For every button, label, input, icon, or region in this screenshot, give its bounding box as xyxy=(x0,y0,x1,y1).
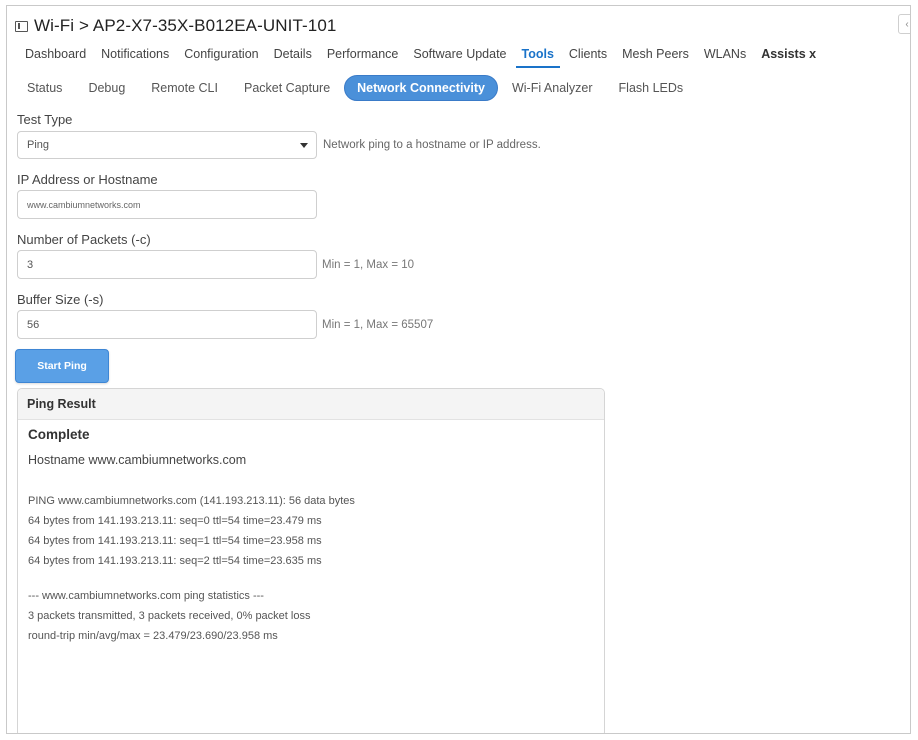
tab-performance[interactable]: Performance xyxy=(321,44,405,68)
tab-dashboard[interactable]: Dashboard xyxy=(19,44,92,68)
subtab-flash-leds[interactable]: Flash LEDs xyxy=(607,76,696,100)
tab-details[interactable]: Details xyxy=(268,44,318,68)
ping-result-panel: Ping Result Complete Hostname www.cambiu… xyxy=(17,388,605,733)
tab-tools[interactable]: Tools xyxy=(515,44,560,68)
result-line-blank xyxy=(28,571,594,586)
subtab-status[interactable]: Status xyxy=(15,76,74,100)
ip-address-input[interactable] xyxy=(17,190,317,219)
buffer-label: Buffer Size (-s) xyxy=(17,292,104,307)
result-hostname: Hostname www.cambiumnetworks.com xyxy=(28,453,247,467)
subtab-debug[interactable]: Debug xyxy=(76,76,137,100)
tab-configuration[interactable]: Configuration xyxy=(178,44,264,68)
subtab-remote-cli[interactable]: Remote CLI xyxy=(139,76,230,100)
packets-input[interactable] xyxy=(17,250,317,279)
buffer-hint: Min = 1, Max = 65507 xyxy=(322,319,434,331)
subtab-wifi-analyzer[interactable]: Wi-Fi Analyzer xyxy=(500,76,605,100)
result-line: 3 packets transmitted, 3 packets receive… xyxy=(28,610,311,622)
chevron-down-icon xyxy=(300,143,308,148)
test-type-select[interactable]: Ping xyxy=(17,131,317,159)
tab-mesh-peers[interactable]: Mesh Peers xyxy=(616,44,695,68)
result-line: 64 bytes from 141.193.213.11: seq=2 ttl=… xyxy=(28,555,322,567)
result-line: 64 bytes from 141.193.213.11: seq=1 ttl=… xyxy=(28,535,322,547)
title-bar: Wi-Fi > AP2-X7-35X-B012EA-UNIT-101 xyxy=(15,15,336,37)
result-output: PING www.cambiumnetworks.com (141.193.21… xyxy=(28,491,594,646)
packets-hint: Min = 1, Max = 10 xyxy=(322,259,415,271)
ping-result-title: Ping Result xyxy=(18,389,604,420)
test-type-hint: Network ping to a hostname or IP address… xyxy=(323,139,541,151)
tab-assists[interactable]: Assists x xyxy=(755,44,822,68)
buffer-input[interactable] xyxy=(17,310,317,339)
result-line: round-trip min/avg/max = 23.479/23.690/2… xyxy=(28,630,278,642)
tab-software-update[interactable]: Software Update xyxy=(407,44,512,68)
tab-wlans[interactable]: WLANs xyxy=(698,44,752,68)
result-line: --- www.cambiumnetworks.com ping statist… xyxy=(28,590,264,602)
app-window: Wi-Fi > AP2-X7-35X-B012EA-UNIT-101 ‹ Das… xyxy=(6,5,911,734)
packets-label: Number of Packets (-c) xyxy=(17,232,151,247)
start-ping-button[interactable]: Start Ping xyxy=(15,349,109,383)
ip-address-label: IP Address or Hostname xyxy=(17,172,158,187)
test-type-label: Test Type xyxy=(17,112,73,127)
result-line: PING www.cambiumnetworks.com (141.193.21… xyxy=(28,495,355,507)
tab-notifications[interactable]: Notifications xyxy=(95,44,175,68)
test-type-value: Ping xyxy=(27,139,50,151)
collapse-button[interactable]: ‹ xyxy=(898,14,910,34)
ping-result-body: Complete Hostname www.cambiumnetworks.co… xyxy=(18,420,604,652)
subtab-packet-capture[interactable]: Packet Capture xyxy=(232,76,342,100)
device-icon xyxy=(15,20,28,32)
tab-clients[interactable]: Clients xyxy=(563,44,613,68)
result-line: 64 bytes from 141.193.213.11: seq=0 ttl=… xyxy=(28,515,322,527)
page-title: Wi-Fi > AP2-X7-35X-B012EA-UNIT-101 xyxy=(34,16,337,35)
sub-tab-bar: Status Debug Remote CLI Packet Capture N… xyxy=(15,74,697,102)
subtab-network-connectivity[interactable]: Network Connectivity xyxy=(344,75,498,101)
result-status: Complete xyxy=(28,427,90,442)
main-tab-bar: Dashboard Notifications Configuration De… xyxy=(19,44,910,68)
